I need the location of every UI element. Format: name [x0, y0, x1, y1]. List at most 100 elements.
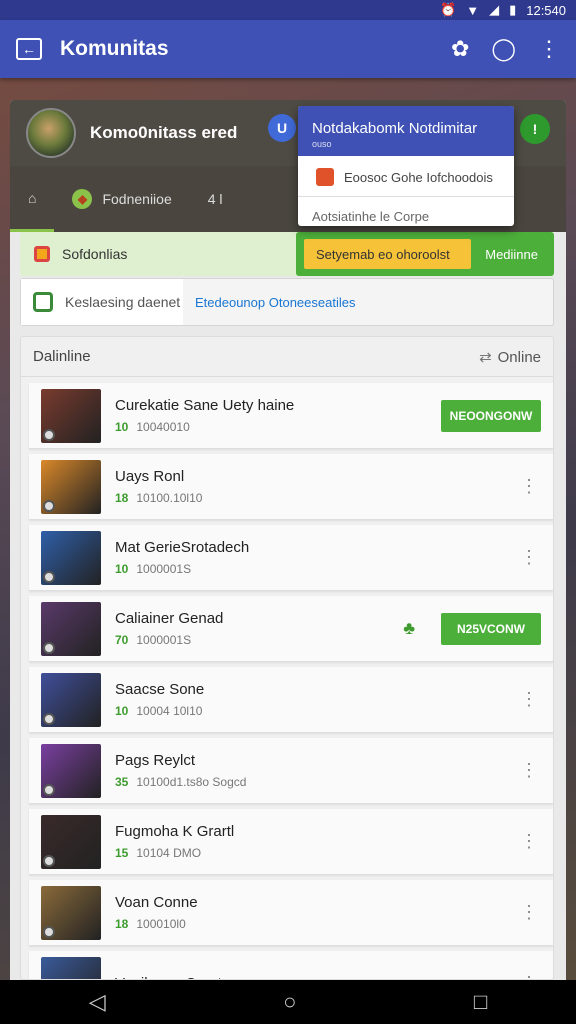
item-text: Caliainer Genad 70 1000001S — [115, 610, 403, 647]
system-nav-bar: ◁ ○ □ — [0, 980, 576, 1024]
tab-home[interactable]: ⌂ — [10, 166, 55, 232]
game-thumbnail — [41, 672, 101, 727]
list-item[interactable]: Mat GerieSrotadech 10 1000001S ⋮ — [29, 525, 553, 591]
status-toggle-icon[interactable]: ! — [520, 114, 550, 144]
list-item[interactable]: Uays Ronl 18 10100.10l10 ⋮ — [29, 454, 553, 520]
game-thumbnail — [41, 530, 101, 585]
join-button[interactable]: NEOONGONW — [441, 399, 541, 432]
list-item[interactable]: Fugmoha K Grartl 15 10104 DMO ⋮ — [29, 809, 553, 875]
chat-icon[interactable]: ◯ — [491, 36, 516, 62]
item-meta-value: 100010l0 — [136, 917, 186, 931]
list-item[interactable]: Curekatie Sane Uety haine 10 10040010 NEOON… — [29, 383, 553, 449]
battery-icon: ▮ — [509, 2, 517, 17]
list-item[interactable]: Veailanen Cornt⋮ — [29, 951, 553, 979]
more-vert-icon[interactable]: ⋮ — [519, 476, 539, 497]
media-button[interactable]: Mediinne — [477, 247, 546, 262]
wifi-icon: ▼ — [466, 2, 480, 18]
online-filter[interactable]: ⇄ Online — [479, 348, 541, 366]
item-text: Mat GerieSrotadech 10 1000001S — [115, 539, 519, 576]
item-meta: 35 10100d1.ts8o Sogcd — [115, 775, 519, 789]
game-thumbnail — [41, 388, 101, 443]
search-link[interactable]: Etedeounop Otoneeseatiles — [183, 295, 355, 310]
more-vert-icon[interactable]: ⋮ — [519, 547, 539, 568]
alarm-icon: ⏰ — [440, 2, 457, 17]
more-vert-icon[interactable]: ⋮ — [519, 760, 539, 781]
game-thumbnail — [41, 459, 101, 514]
game-thumbnail — [41, 814, 101, 869]
app-title: Komunitas — [60, 37, 169, 60]
item-score: 15 — [115, 846, 129, 860]
suggest-button[interactable]: Setyemab eo ohoroolst — [304, 239, 472, 269]
search-input[interactable]: Keslaesing daenet — [21, 279, 183, 325]
camera-icon — [33, 292, 53, 312]
tab-solutions[interactable]: ◆ Fodneniioe — [54, 166, 189, 232]
tab-more[interactable]: 4 l — [190, 166, 241, 232]
platform-badge-icon — [43, 428, 55, 441]
item-score: 35 — [115, 775, 129, 789]
item-title: Uays Ronl — [115, 468, 185, 485]
item-meta-value: 10004 10l10 — [136, 704, 203, 718]
item-meta: 10 1000001S — [115, 562, 519, 576]
popup-header: Notdakabomk Notdimitar ouso — [298, 106, 514, 156]
item-text: Fugmoha K Grartl 15 10104 DMO — [115, 823, 519, 860]
game-list-panel: Dalinline ⇄ Online Curekatie Sane Uety ha… — [20, 336, 554, 980]
item-text: Curekatie Sane Uety haine 10 10040010 — [115, 397, 441, 434]
platform-badge-icon — [43, 712, 55, 725]
list-item[interactable]: Caliainer Genad 70 1000001S ♣ N25VCONW — [29, 596, 553, 662]
search-placeholder: Keslaesing daenet — [65, 294, 181, 310]
join-button[interactable]: N25VCONW — [441, 612, 541, 645]
back-icon[interactable]: ← — [16, 38, 42, 60]
list-item[interactable]: Pags Reylct 35 10100d1.ts8o Sogcd ⋮ — [29, 738, 553, 804]
nav-home-icon[interactable]: ○ — [283, 989, 296, 1015]
nav-recents-icon[interactable]: □ — [474, 989, 487, 1015]
list-header: Dalinline ⇄ Online — [21, 337, 553, 377]
item-meta-value: 10100.10l10 — [136, 491, 203, 505]
popup-menu-item[interactable]: Aotsiatinhe le Corpe — [298, 196, 514, 224]
online-icon: ⇄ — [479, 348, 492, 366]
solution-row[interactable]: Sofdonlias Setyemab eo ohoroolst Mediinn… — [20, 232, 554, 276]
item-score: 10 — [115, 420, 129, 434]
more-vert-icon[interactable]: ⋮ — [519, 902, 539, 923]
item-score: 18 — [115, 917, 129, 931]
item-text: Pags Reylct 35 10100d1.ts8o Sogcd — [115, 752, 519, 789]
more-vert-icon[interactable]: ⋮ — [538, 36, 560, 62]
item-title: Caliainer Genad — [115, 610, 224, 627]
home-tab-icon: ⌂ — [28, 189, 37, 206]
settings-icon[interactable]: ✿ — [451, 36, 469, 62]
upload-icon[interactable]: U — [268, 114, 296, 142]
list-item[interactable]: Voan Conne 18 100010l0 ⋮ — [29, 880, 553, 946]
solution-label: Sofdonlias — [62, 246, 128, 262]
tab-label: Fodneniioe — [102, 191, 172, 207]
popup-menu-item[interactable]: Eoosoc Gohe Iofchoodois — [298, 156, 514, 186]
status-time: 12:540 — [526, 2, 566, 18]
more-vert-icon[interactable]: ⋮ — [519, 689, 539, 710]
online-label: Online — [497, 348, 541, 366]
profile-name: Komo0nitass ered — [90, 123, 238, 142]
search-row: Keslaesing daenet Etedeounop Otoneeseati… — [20, 278, 554, 326]
game-thumbnail — [41, 601, 101, 656]
list-item[interactable]: Saacse Sone 10 10004 10l10 ⋮ — [29, 667, 553, 733]
popup-item-label: Eoosoc Gohe Iofchoodois — [344, 169, 493, 185]
item-title: Voan Conne — [115, 894, 198, 911]
popup-subtitle: ouso — [312, 139, 332, 149]
item-meta: 10 10004 10l10 — [115, 704, 519, 718]
platform-badge-icon — [43, 499, 55, 512]
item-meta-value: 10040010 — [136, 420, 190, 434]
signal-icon: ◢ — [489, 2, 500, 17]
nav-back-icon[interactable]: ◁ — [89, 989, 106, 1015]
item-score: 18 — [115, 491, 129, 505]
item-title: Fugmoha K Grartl — [115, 823, 235, 840]
app-bar: ← Komunitas ✿ ◯ ⋮ — [0, 20, 576, 78]
item-meta-value: 10100d1.ts8o Sogcd — [136, 775, 247, 789]
avatar[interactable] — [26, 108, 76, 158]
leaf-icon[interactable]: ♣ — [403, 618, 415, 639]
solution-icon — [34, 246, 50, 262]
more-vert-icon[interactable]: ⋮ — [519, 973, 539, 979]
solution-actions: Setyemab eo ohoroolst Mediinne — [296, 232, 554, 276]
game-thumbnail — [41, 885, 101, 940]
item-meta: 18 10100.10l10 — [115, 491, 519, 505]
more-vert-icon[interactable]: ⋮ — [519, 831, 539, 852]
item-text: Voan Conne 18 100010l0 — [115, 894, 519, 931]
notification-popup: Notdakabomk Notdimitar ouso Eoosoc Gohe … — [298, 106, 514, 226]
platform-badge-icon — [43, 570, 55, 583]
